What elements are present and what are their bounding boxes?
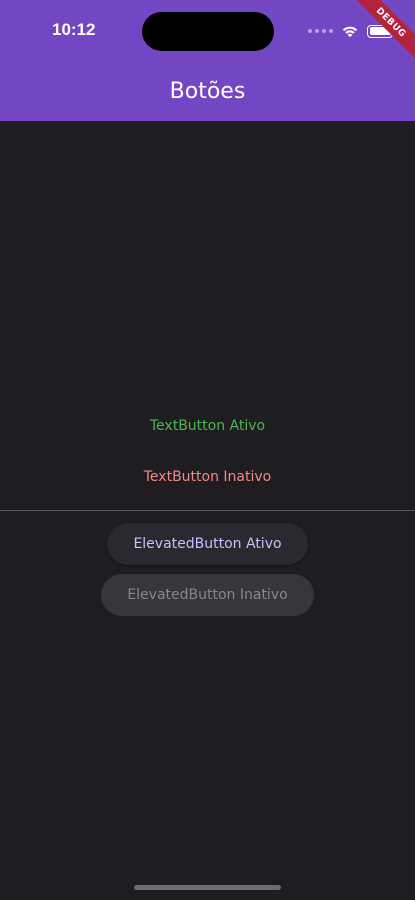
home-indicator[interactable] (134, 885, 281, 890)
divider (0, 510, 415, 511)
wifi-icon (341, 24, 359, 38)
text-button-active[interactable]: TextButton Ativo (0, 418, 415, 434)
status-time: 10:12 (52, 20, 96, 39)
app-bar: 10:12 Botões (0, 0, 415, 121)
elevated-button-active[interactable]: ElevatedButton Ativo (107, 523, 308, 565)
text-button-inactive: TextButton Inativo (0, 469, 415, 485)
signal-dots-icon (308, 29, 333, 33)
app-screen: 10:12 Botões DEBUG TextButton Ativo Text… (0, 0, 415, 900)
dynamic-island (142, 12, 274, 51)
page-title: Botões (169, 79, 246, 104)
elevated-button-inactive: ElevatedButton Inativo (101, 574, 314, 616)
